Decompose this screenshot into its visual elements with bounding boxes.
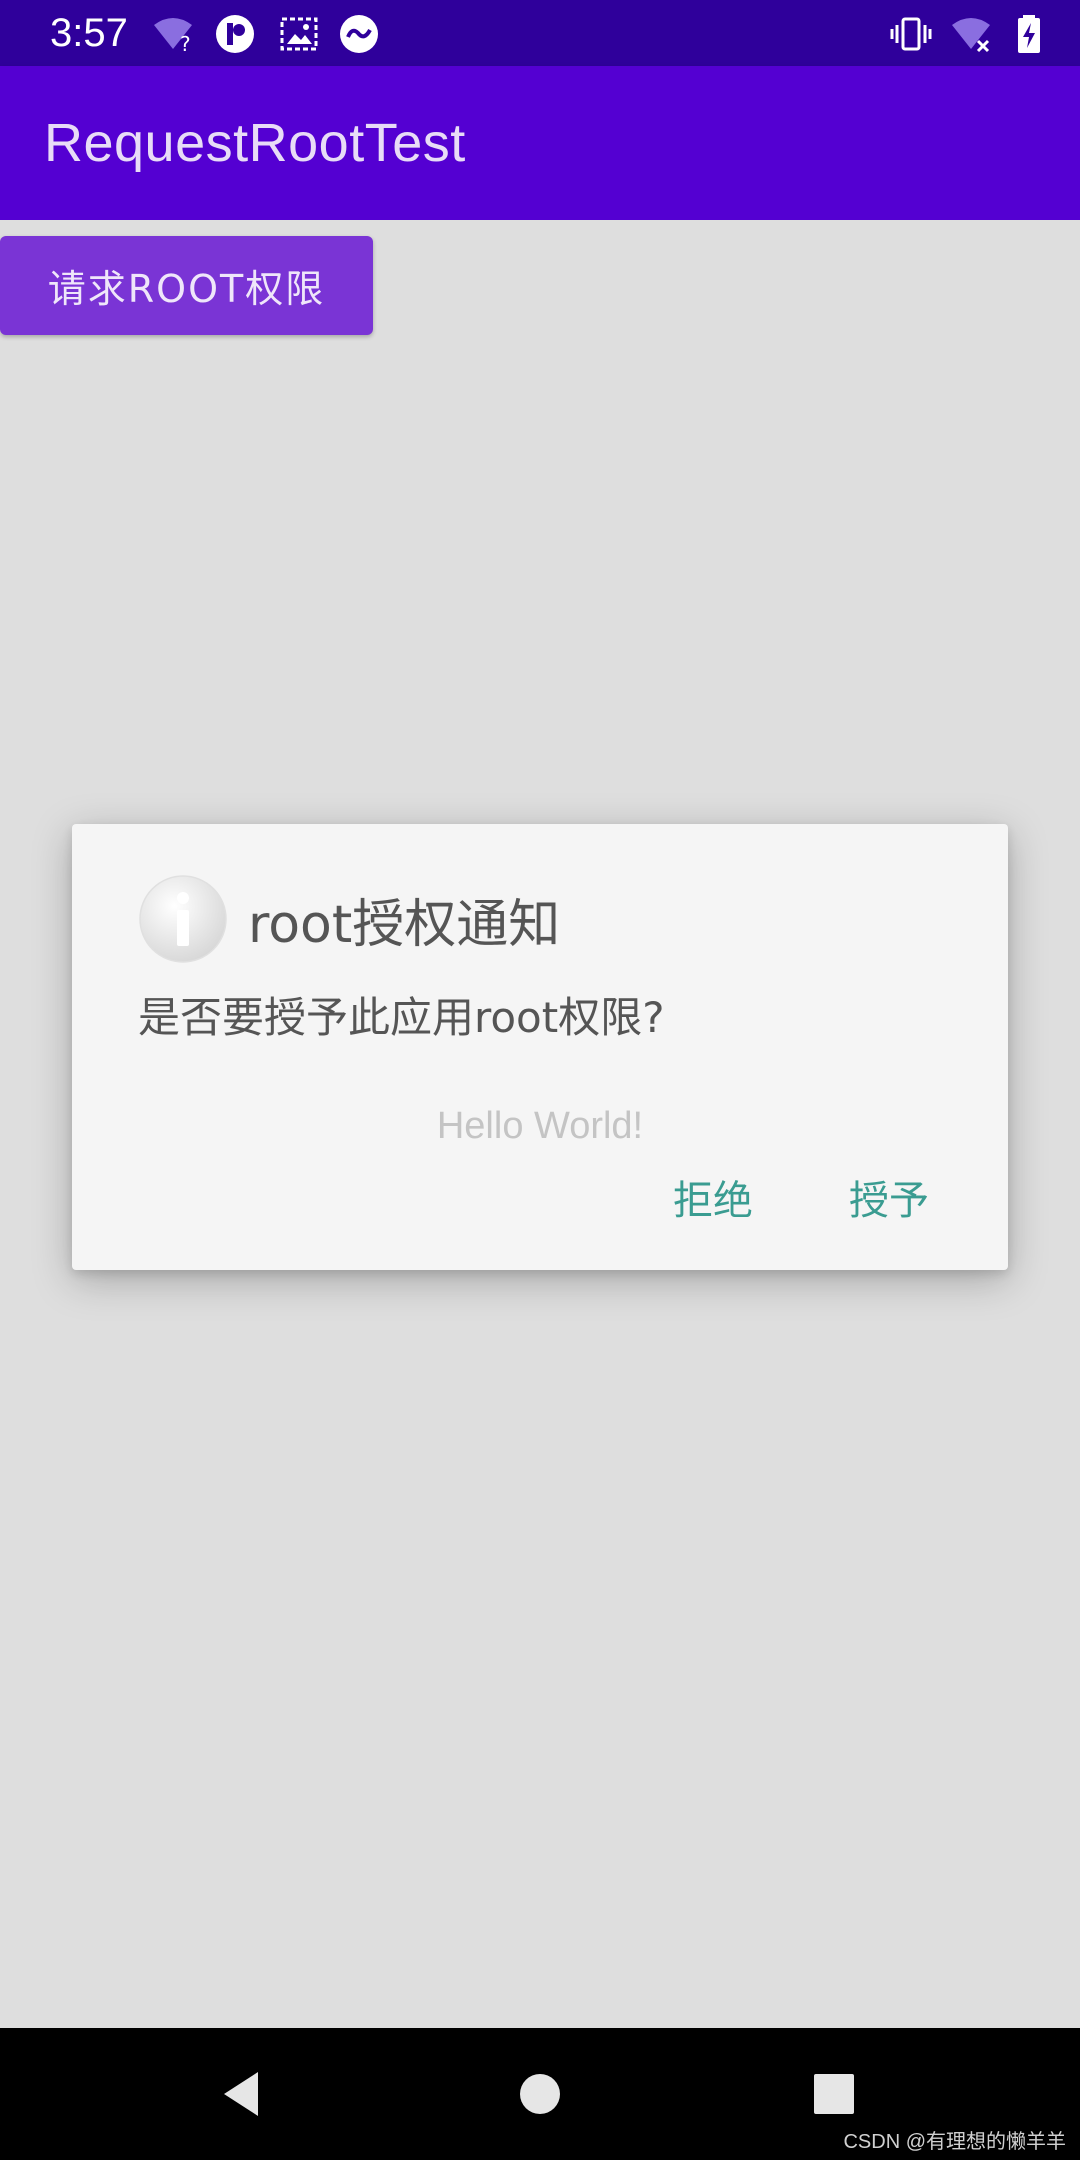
deny-button[interactable]: 拒绝 <box>648 1162 778 1232</box>
wifi-off-icon <box>952 18 990 53</box>
status-bar: 3:57 ? <box>0 0 1080 66</box>
back-icon[interactable] <box>214 2064 274 2124</box>
dialog-message: 是否要授予此应用root权限? <box>138 992 665 1042</box>
info-icon <box>139 875 227 963</box>
cast-icon <box>340 15 378 53</box>
root-permission-dialog: root授权通知 是否要授予此应用root权限? Hello World! 拒绝… <box>72 824 1008 1270</box>
vibrate-icon <box>890 17 932 51</box>
navigation-bar: CSDN @有理想的懒羊羊 <box>0 2028 1080 2160</box>
hello-world-text: Hello World! <box>436 1104 644 1147</box>
app-title: RequestRootTest <box>44 113 466 173</box>
home-icon[interactable] <box>510 2064 570 2124</box>
app-bar: RequestRootTest <box>0 66 1080 220</box>
screenshot-icon <box>280 17 318 51</box>
battery-charging-icon <box>1018 15 1040 53</box>
request-root-button[interactable]: 请求ROOT权限 <box>0 236 373 335</box>
watermark: CSDN @有理想的懒羊羊 <box>843 2131 1066 2153</box>
status-time: 3:57 <box>50 11 128 55</box>
recents-icon[interactable] <box>804 2064 864 2124</box>
dialog-title: root授权通知 <box>248 894 561 955</box>
svg-text:?: ? <box>180 32 191 55</box>
app-notification-icon <box>216 15 254 53</box>
wifi-unknown-icon: ? <box>154 18 192 55</box>
grant-button[interactable]: 授予 <box>824 1162 954 1232</box>
